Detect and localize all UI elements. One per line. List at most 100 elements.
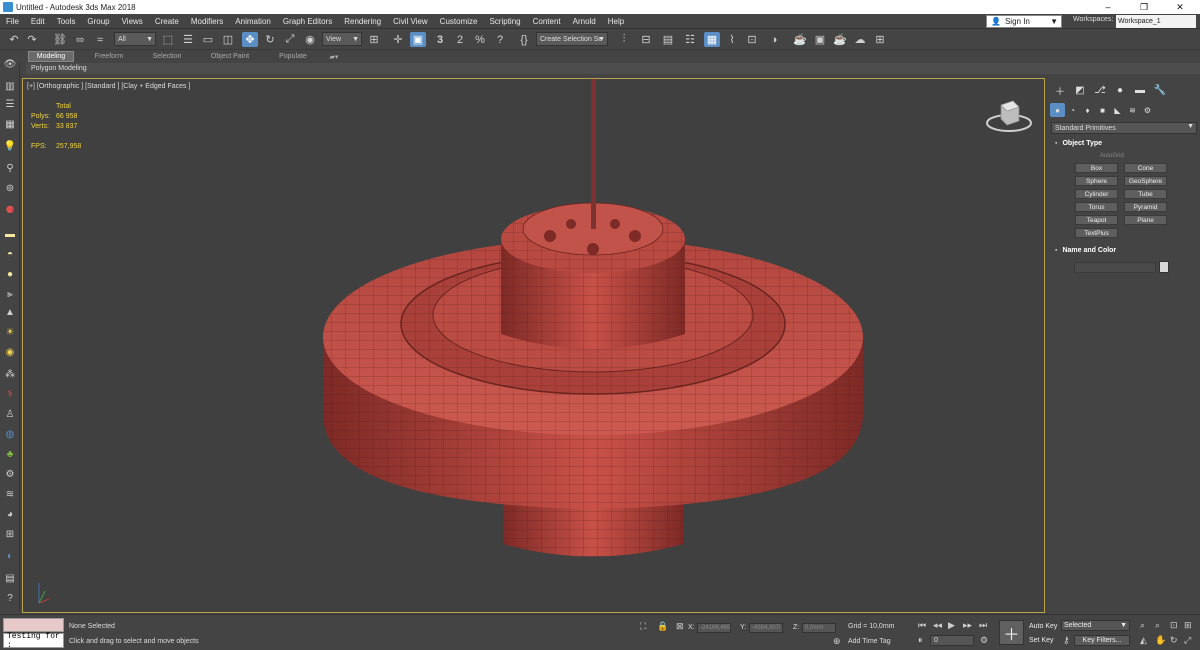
orbit-icon[interactable]: ↻ bbox=[1170, 635, 1178, 646]
pan-icon[interactable]: ✋ bbox=[1155, 635, 1166, 646]
sun-icon[interactable]: ☀ bbox=[3, 325, 17, 339]
help-icon[interactable]: ? bbox=[3, 591, 17, 605]
display-floater-icon[interactable]: ⊞ bbox=[3, 527, 17, 541]
redo-icon[interactable]: ↷ bbox=[24, 32, 40, 47]
ribbon-options-icon[interactable]: ▰▾ bbox=[324, 51, 344, 62]
camera-icon[interactable]: ⊚ bbox=[3, 181, 17, 195]
perspective-viewport[interactable]: [+] [Orthographic ] [Standard ] [Clay + … bbox=[22, 78, 1045, 613]
mirror-icon[interactable]: ⫶ bbox=[616, 32, 632, 47]
motion-tab-icon[interactable]: ● bbox=[1110, 83, 1130, 97]
edit-named-selections-icon[interactable]: {} bbox=[516, 32, 532, 47]
object-name-field[interactable] bbox=[1074, 262, 1156, 273]
toggle-scene-explorer-icon[interactable]: ▤ bbox=[660, 32, 676, 47]
menu-scripting[interactable]: Scripting bbox=[483, 17, 526, 26]
time-tag-icon[interactable]: ⊕ bbox=[833, 636, 841, 647]
ref-coord-dropdown[interactable]: View ▼ bbox=[322, 32, 362, 46]
undo-icon[interactable]: ↶ bbox=[6, 32, 22, 47]
select-move-icon[interactable]: ✥ bbox=[242, 32, 258, 47]
display-tab-icon[interactable]: ▬ bbox=[1130, 83, 1150, 97]
sign-in-button[interactable]: 👤 Sign In ▼ bbox=[986, 15, 1062, 28]
render-in-cloud-icon[interactable]: ☁ bbox=[852, 32, 868, 47]
object-color-swatch[interactable] bbox=[1159, 261, 1169, 273]
select-place-icon[interactable]: ◉ bbox=[302, 32, 318, 47]
lamp-model[interactable] bbox=[23, 79, 1045, 613]
menu-rendering[interactable]: Rendering bbox=[338, 17, 387, 26]
menu-content[interactable]: Content bbox=[527, 17, 567, 26]
omni-icon[interactable]: ◉ bbox=[3, 345, 17, 359]
key-mode-icon[interactable]: ⏸ bbox=[918, 635, 923, 646]
z-coord-field[interactable]: 0,0mm bbox=[802, 623, 836, 633]
restore-button[interactable]: ❐ bbox=[1126, 0, 1162, 14]
close-button[interactable]: ✕ bbox=[1162, 0, 1198, 14]
shapes-icon[interactable]: ◔ bbox=[1065, 103, 1080, 117]
key-filters-button[interactable]: Key Filters... bbox=[1074, 635, 1130, 646]
set-key-button[interactable]: Set Key bbox=[1027, 635, 1054, 646]
goto-start-icon[interactable]: ⏮ bbox=[918, 620, 926, 631]
menu-edit[interactable]: Edit bbox=[25, 17, 51, 26]
field-of-view-icon[interactable]: ◭ bbox=[1140, 635, 1147, 646]
render-setup-icon[interactable]: ☕ bbox=[792, 32, 808, 47]
spinner-snap-icon[interactable]: ? bbox=[492, 32, 508, 47]
maximize-viewport-icon[interactable]: ⤢ bbox=[1184, 635, 1191, 646]
sphere-button[interactable]: Sphere bbox=[1075, 176, 1118, 186]
dynamics-icon[interactable]: ⚙ bbox=[3, 467, 17, 481]
systems-icon[interactable]: ⚙ bbox=[1140, 103, 1155, 117]
zoom-extents-all-icon[interactable]: ⊞ bbox=[1184, 620, 1192, 631]
pyramid-button[interactable]: Pyramid bbox=[1124, 202, 1167, 212]
tab-modeling[interactable]: Modeling bbox=[28, 51, 74, 62]
menu-arnold[interactable]: Arnold bbox=[567, 17, 602, 26]
select-scale-icon[interactable]: ⤢ bbox=[282, 32, 298, 47]
key-mode-toggle-icon[interactable]: ⚷ bbox=[1063, 635, 1070, 646]
current-frame-field[interactable]: 0 bbox=[930, 635, 974, 646]
a360-gallery-icon[interactable]: ⊞ bbox=[872, 32, 888, 47]
maxscript-listener-output[interactable] bbox=[3, 618, 64, 632]
geometry-icon[interactable]: ● bbox=[1050, 103, 1065, 117]
minimize-button[interactable]: – bbox=[1090, 0, 1126, 14]
window-crossing-icon[interactable]: ◫ bbox=[220, 32, 236, 47]
torus-button[interactable]: Torus bbox=[1075, 202, 1118, 212]
tube-button[interactable]: Tube bbox=[1124, 189, 1167, 199]
goto-end-icon[interactable]: ⏭ bbox=[979, 620, 987, 631]
menu-modifiers[interactable]: Modifiers bbox=[185, 17, 229, 26]
box-button[interactable]: Box bbox=[1075, 163, 1118, 173]
hierarchy-tab-icon[interactable]: ⎇ bbox=[1090, 83, 1110, 97]
rect-selection-icon[interactable]: ▭ bbox=[200, 32, 216, 47]
named-selection-dropdown[interactable]: Create Selection Se ▼ bbox=[536, 32, 608, 46]
table-icon[interactable]: ▦ bbox=[3, 117, 17, 131]
auto-key-button[interactable]: Auto Key bbox=[1027, 621, 1057, 632]
utilities-tab-icon[interactable]: 🔧 bbox=[1150, 83, 1170, 97]
tab-freeform[interactable]: Freeform bbox=[86, 51, 132, 62]
plane-button[interactable]: Plane bbox=[1124, 215, 1167, 225]
maxscript-mini-listener[interactable]: Testing for : bbox=[3, 632, 64, 650]
next-frame-icon[interactable]: ▸▸ bbox=[963, 620, 972, 631]
x-coord-field[interactable]: -24166,465 bbox=[697, 623, 731, 633]
set-key-big-button[interactable]: ＋ bbox=[999, 620, 1024, 645]
absolute-mode-icon[interactable]: ⊠ bbox=[676, 621, 684, 632]
grid-icon[interactable]: ⫸ bbox=[3, 287, 17, 301]
primitive-type-dropdown[interactable]: Standard Primitives ▼ bbox=[1051, 122, 1197, 134]
menu-civil-view[interactable]: Civil View bbox=[387, 17, 434, 26]
selection-lock-icon[interactable]: 🔒 bbox=[657, 621, 668, 632]
tab-object-paint[interactable]: Object Paint bbox=[204, 51, 256, 62]
plant-icon[interactable]: ♣ bbox=[3, 447, 17, 461]
tab-selection[interactable]: Selection bbox=[144, 51, 190, 62]
menu-file[interactable]: File bbox=[0, 17, 25, 26]
ribbon-sub-panel[interactable]: Polygon Modeling bbox=[26, 63, 1200, 74]
layer-explorer-icon[interactable]: ▥ bbox=[3, 79, 17, 93]
modify-tab-icon[interactable]: ◩ bbox=[1070, 83, 1090, 97]
tab-populate[interactable]: Populate bbox=[270, 51, 316, 62]
keyboard-shortcut-override-icon[interactable]: ▣ bbox=[410, 32, 426, 47]
material-ball-icon[interactable]: ◕ bbox=[3, 507, 17, 521]
cone-button[interactable]: Cone bbox=[1124, 163, 1167, 173]
menu-tools[interactable]: Tools bbox=[51, 17, 82, 26]
cone-icon[interactable]: ◓ bbox=[3, 247, 17, 261]
globe-icon[interactable]: ◍ bbox=[3, 427, 17, 441]
menu-create[interactable]: Create bbox=[149, 17, 185, 26]
light-cone-icon[interactable]: ▲ bbox=[3, 305, 17, 319]
unlink-icon[interactable]: ∞ bbox=[72, 32, 88, 47]
align-icon[interactable]: ⊟ bbox=[638, 32, 654, 47]
sphere-icon[interactable]: ● bbox=[3, 267, 17, 281]
light-icon[interactable]: 💡 bbox=[3, 139, 17, 153]
menu-help[interactable]: Help bbox=[602, 17, 630, 26]
list-icon[interactable]: ☰ bbox=[3, 97, 17, 111]
